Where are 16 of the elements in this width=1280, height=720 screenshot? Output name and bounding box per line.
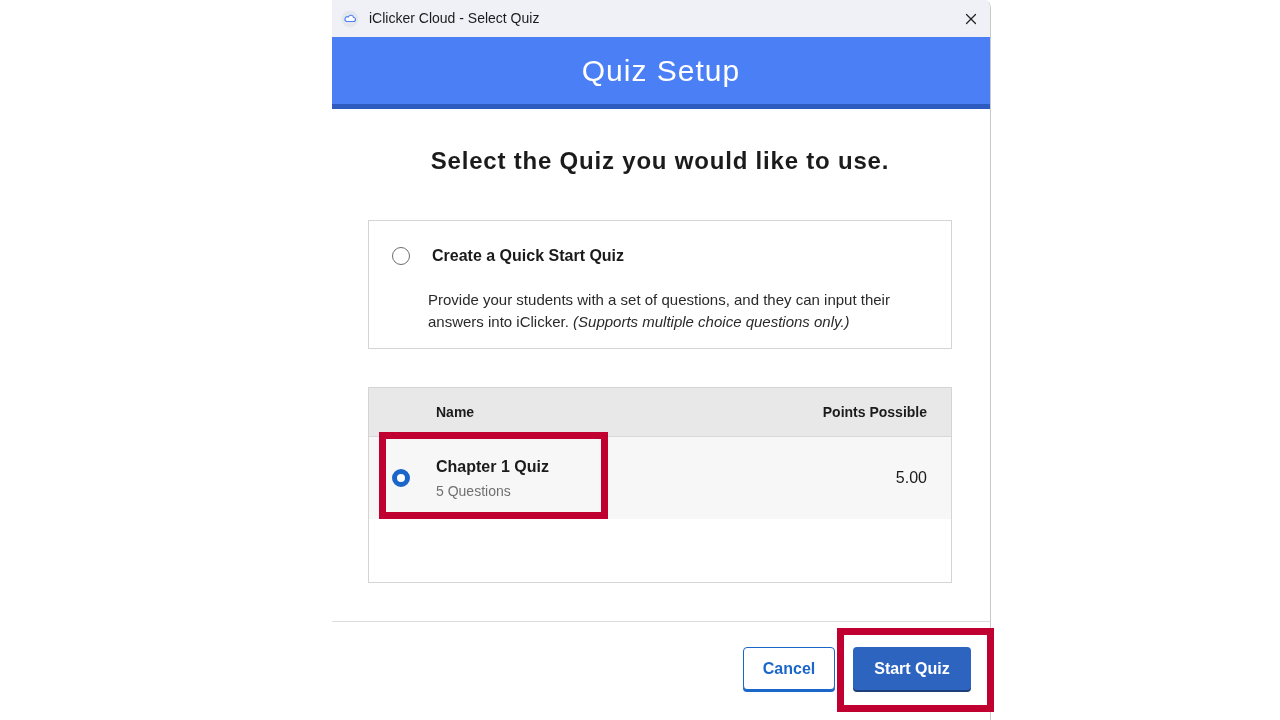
option-description: Provide your students with a set of questions, and they can input their answers into iClicker. (Supports multiple choice questions only.) xyxy=(428,290,891,332)
header-title: Quiz Setup xyxy=(581,53,741,89)
column-header: Points Possible xyxy=(822,402,927,422)
option-title: Create a Quick Start Quiz xyxy=(432,246,625,266)
cancel-button[interactable]: Cancel xyxy=(743,647,835,690)
window-title: iClicker Cloud - Select Quiz xyxy=(369,9,540,28)
column-header: Name xyxy=(436,402,475,422)
cloud-logo-icon xyxy=(341,9,359,28)
question-count: 5 Questions xyxy=(436,481,512,501)
quiz-name: Chapter 1 Quiz xyxy=(436,456,549,477)
prompt-heading: Select the Quiz you would like to use. xyxy=(430,147,890,175)
radio-button[interactable] xyxy=(392,469,410,487)
points-cell-text: 5.00 xyxy=(895,468,927,488)
quick-start-option[interactable]: Create a Quick Start Quiz Provide your students with a set of questions, and they can input their answers into iClicker. (Supports multiple choice questions only.) xyxy=(368,220,952,349)
start-button[interactable]: Start Quiz xyxy=(853,647,971,690)
radio-button[interactable] xyxy=(392,247,410,265)
